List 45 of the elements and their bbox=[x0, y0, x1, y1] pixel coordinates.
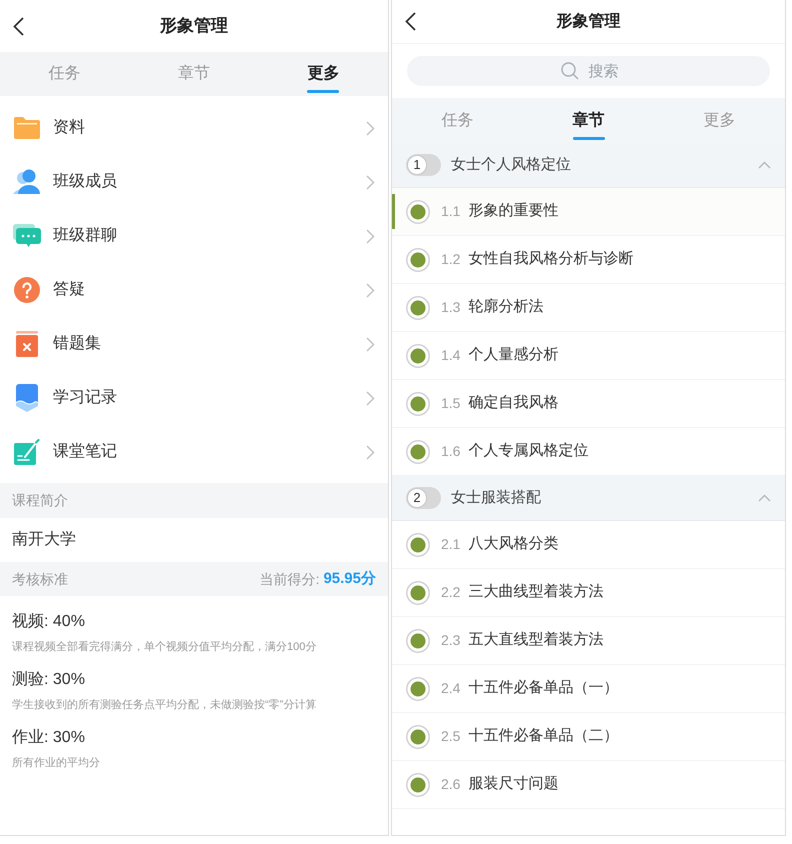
criterion-title: 视频: 40% bbox=[12, 612, 85, 632]
chevron-right-icon bbox=[366, 390, 375, 406]
score-label: 当前得分: bbox=[260, 570, 320, 588]
bookmark-icon bbox=[16, 384, 38, 412]
chapter-header[interactable]: 2 女士服装搭配 bbox=[392, 476, 785, 521]
chevron-right-icon bbox=[366, 228, 375, 244]
chevron-right-icon bbox=[366, 444, 375, 460]
back-icon bbox=[12, 16, 24, 36]
question-icon bbox=[14, 277, 40, 303]
criterion-description: 所有作业的平均分 bbox=[12, 756, 100, 771]
menu-item[interactable]: 班级群聊 bbox=[0, 209, 388, 263]
lesson-item[interactable]: 1.1 形象的重要性 bbox=[392, 188, 785, 236]
menu-item[interactable]: 学习记录 bbox=[0, 371, 388, 425]
criterion-description: 课程视频全部看完得满分，单个视频分值平均分配，满分100分 bbox=[12, 640, 316, 655]
person-icon bbox=[13, 169, 41, 195]
criterion-title: 测验: 30% bbox=[12, 670, 85, 690]
back-icon bbox=[404, 12, 416, 31]
chevron-right-icon bbox=[366, 174, 375, 190]
chevron-right-icon bbox=[366, 120, 375, 136]
chevron-right-icon bbox=[366, 282, 375, 298]
page-title: 形象管理 bbox=[555, 12, 622, 32]
criterion-title: 作业: 30% bbox=[12, 728, 85, 748]
tab[interactable]: 章节 bbox=[523, 98, 654, 143]
school-name: 南开大学 bbox=[12, 530, 76, 550]
book-cross-icon bbox=[15, 331, 39, 357]
criterion-description: 学生接收到的所有测验任务点平均分配，未做测验按“零”分计算 bbox=[12, 698, 316, 713]
chevron-right-icon bbox=[366, 336, 375, 352]
tab[interactable]: 更多 bbox=[258, 52, 388, 96]
page-title: 形象管理 bbox=[158, 15, 229, 38]
menu-item[interactable]: 课堂笔记 bbox=[0, 425, 388, 479]
folder-icon bbox=[13, 116, 41, 140]
menu-item[interactable]: 答疑 bbox=[0, 263, 388, 317]
search-icon bbox=[560, 62, 578, 80]
menu-item[interactable]: 错题集 bbox=[0, 317, 388, 371]
menu-item[interactable]: 资料 bbox=[0, 101, 388, 155]
search-field[interactable]: 搜索 bbox=[407, 56, 770, 86]
chapter-number-toggle: 2 bbox=[406, 487, 441, 509]
section-title: 考核标准 bbox=[12, 570, 68, 588]
chat-icon bbox=[13, 224, 41, 248]
chapter-header[interactable]: 1 女士个人风格定位 bbox=[392, 143, 785, 188]
menu-item[interactable]: 班级成员 bbox=[0, 155, 388, 209]
section-header: 课程简介 bbox=[0, 483, 388, 518]
note-pencil-icon bbox=[14, 439, 40, 465]
chapter-number-toggle: 1 bbox=[406, 154, 441, 176]
score-value: 95.95分 bbox=[323, 568, 376, 589]
